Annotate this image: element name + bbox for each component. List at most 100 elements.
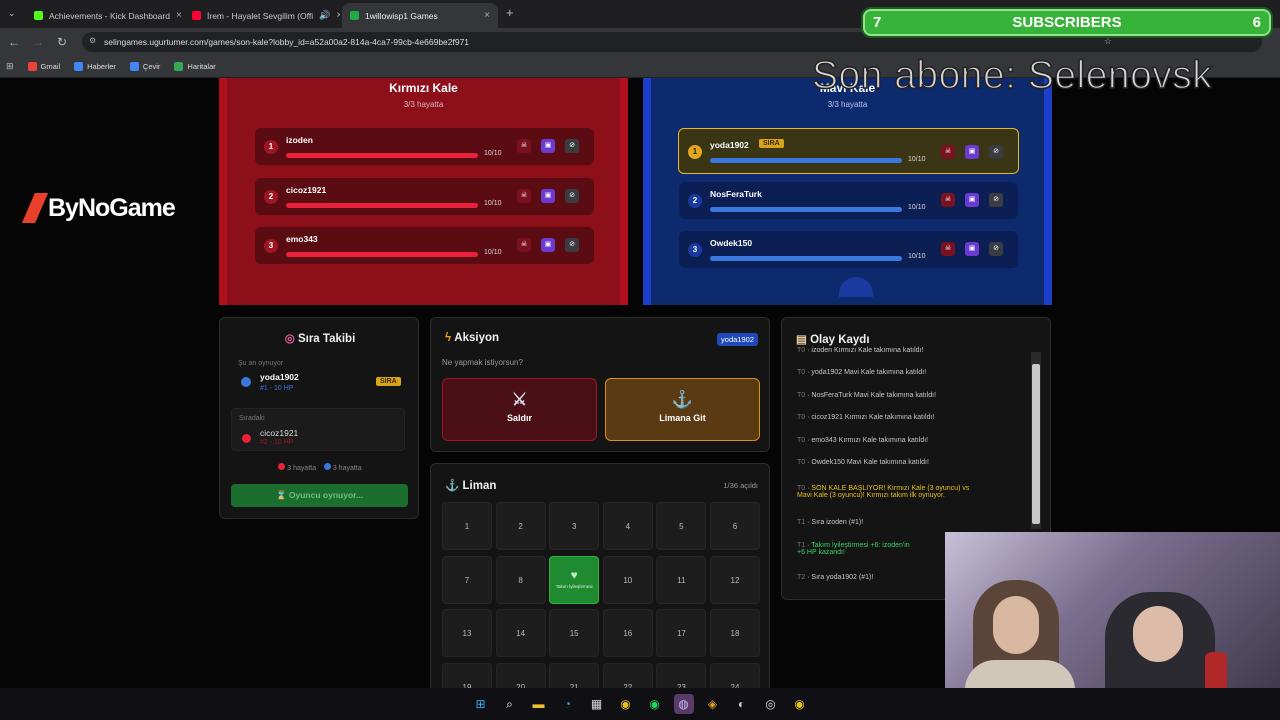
hp-text: 10/10 [908, 204, 926, 211]
tab-games[interactable]: 1willowisp1 Games × [342, 3, 498, 28]
castle-decor-icon [839, 277, 873, 297]
shield-icon[interactable]: ▣ [965, 242, 979, 256]
port-cell[interactable]: 12 [710, 555, 760, 604]
port-cell[interactable]: 2 [495, 502, 546, 550]
panel-title: Olay Kaydı [810, 334, 870, 346]
store-icon[interactable]: ▦ [587, 694, 607, 714]
block-icon[interactable]: ⊘ [565, 189, 579, 203]
site-info-icon[interactable]: ⚙ [89, 36, 96, 45]
port-cell[interactable]: 8 [495, 555, 546, 604]
hp-bar [286, 203, 478, 208]
app-icon[interactable]: ◈ [703, 694, 723, 714]
next-player-name: cicoz1921 [260, 428, 299, 438]
port-cell[interactable]: 4 [602, 502, 653, 550]
windows-start-icon[interactable]: ⊞ [471, 694, 491, 714]
port-cell[interactable]: 13 [442, 609, 492, 657]
subscriber-count-left: 7 [873, 14, 882, 31]
player-number: 1 [688, 145, 702, 159]
port-cell-heal[interactable]: ♥ Takım İyileştirmesi [549, 555, 600, 604]
port-cell[interactable]: 16 [602, 609, 653, 657]
kick-favicon-icon [34, 11, 43, 20]
forward-icon[interactable]: → [26, 35, 50, 49]
port-cell[interactable]: 17 [656, 609, 707, 657]
player-playing-button[interactable]: ⌛ Oyuncu oynuyor... [231, 484, 408, 507]
skull-icon[interactable]: ☠ [517, 189, 531, 203]
tab-youtube-music[interactable]: İrem - Hayalet Sevgilim (Offi 🔊 × [184, 3, 340, 28]
reload-icon[interactable]: ↻ [50, 35, 74, 49]
shield-icon[interactable]: ▣ [541, 189, 555, 203]
bookmark-label: Haritalar [187, 62, 216, 71]
subscriber-count-right: 6 [1252, 14, 1261, 31]
bookmark-haberler[interactable]: Haberler [74, 62, 116, 71]
opened-count: 1/36 açıldı [723, 481, 758, 490]
port-cell[interactable]: 23 [656, 662, 707, 688]
block-icon[interactable]: ⊘ [989, 242, 1003, 256]
shield-icon[interactable]: ▣ [965, 145, 979, 159]
bookmark-haritalar[interactable]: Haritalar [174, 62, 216, 71]
port-cell[interactable]: 24 [710, 662, 760, 688]
chrome-icon[interactable]: ◉ [616, 694, 636, 714]
block-icon[interactable]: ⊘ [565, 238, 579, 252]
search-icon[interactable]: ⌕ [500, 694, 520, 714]
log-turn: T0 [797, 437, 806, 444]
port-cell[interactable]: 15 [549, 609, 600, 657]
turn-badge: SIRA [759, 139, 784, 148]
tab-list-icon[interactable]: ⌄ [8, 8, 16, 19]
back-icon[interactable]: ← [2, 35, 26, 49]
speaker-icon[interactable]: 🔊 [319, 10, 330, 21]
player-row: 2 NosFeraTurk 10/10 ☠ ▣ ⊘ [679, 182, 1018, 219]
logo-text: ByNoGame [48, 193, 176, 222]
shield-icon[interactable]: ▣ [965, 193, 979, 207]
steam-icon[interactable]: ◐ [732, 694, 752, 714]
port-cell[interactable]: 1 [442, 502, 492, 550]
shield-icon[interactable]: ▣ [541, 238, 555, 252]
port-cell[interactable]: 3 [549, 502, 600, 550]
log-scrollbar[interactable] [1031, 352, 1041, 529]
port-cell[interactable]: 22 [602, 662, 653, 688]
shield-icon[interactable]: ▣ [541, 139, 555, 153]
port-cell[interactable]: 5 [656, 502, 707, 550]
team-alive-count: 3/3 hayatta [827, 100, 868, 109]
chrome-alt-icon[interactable]: ◉ [790, 694, 810, 714]
block-icon[interactable]: ⊘ [989, 145, 1003, 159]
spotify-icon[interactable]: ◉ [645, 694, 665, 714]
close-tab-icon[interactable]: × [484, 10, 490, 21]
port-cell[interactable]: 7 [442, 555, 492, 604]
skull-icon[interactable]: ☠ [941, 242, 955, 256]
port-cell[interactable]: 20 [495, 662, 546, 688]
obs-icon[interactable]: ◎ [761, 694, 781, 714]
close-tab-icon[interactable]: × [176, 10, 182, 21]
new-tab-icon[interactable]: + [506, 5, 514, 20]
port-cell[interactable]: 14 [495, 609, 546, 657]
port-cell[interactable]: 11 [656, 555, 707, 604]
screen: ⌄ Achievements - Kick Dashboard × İrem -… [0, 0, 1280, 720]
log-text: izoden Kırmızı Kale takımına katıldı! [811, 347, 924, 354]
tab-kick-dashboard[interactable]: Achievements - Kick Dashboard × [26, 3, 182, 28]
close-tab-icon[interactable]: × [336, 10, 340, 21]
port-cell[interactable]: 6 [710, 502, 760, 550]
file-explorer-icon[interactable]: ▬ [529, 694, 549, 714]
port-cell[interactable]: 21 [549, 662, 600, 688]
log-text: Takım İyileştirmesi +6: izoden'in [811, 542, 910, 549]
port-cell[interactable]: 18 [710, 609, 760, 657]
scrollbar-thumb[interactable] [1032, 364, 1040, 524]
skull-icon[interactable]: ☠ [517, 238, 531, 252]
port-cell[interactable]: 19 [442, 662, 492, 688]
discord-icon[interactable]: ◍ [673, 694, 694, 714]
go-to-port-button[interactable]: ⚓ Limana Git [605, 378, 760, 441]
skull-icon[interactable]: ☠ [941, 145, 955, 159]
bookmark-gmail[interactable]: Gmail [27, 62, 60, 71]
bookmark-cevir[interactable]: Çevir [129, 62, 160, 71]
hp-text: 10/10 [908, 253, 926, 260]
block-icon[interactable]: ⊘ [989, 193, 1003, 207]
player-row: 1 izoden 10/10 ☠ ▣ ⊘ [255, 128, 594, 165]
skull-icon[interactable]: ☠ [517, 139, 531, 153]
apps-grid-icon[interactable]: ⊞ [6, 61, 14, 72]
skull-icon[interactable]: ☠ [941, 193, 955, 207]
attack-button[interactable]: ⚔ Saldır [442, 378, 597, 441]
port-cell[interactable]: 10 [602, 555, 653, 604]
log-text: Sıra izoden (#1)! [811, 519, 864, 526]
crossed-swords-icon: ⚔ [511, 390, 528, 409]
edge-icon[interactable]: ◔ [558, 694, 578, 714]
block-icon[interactable]: ⊘ [565, 139, 579, 153]
